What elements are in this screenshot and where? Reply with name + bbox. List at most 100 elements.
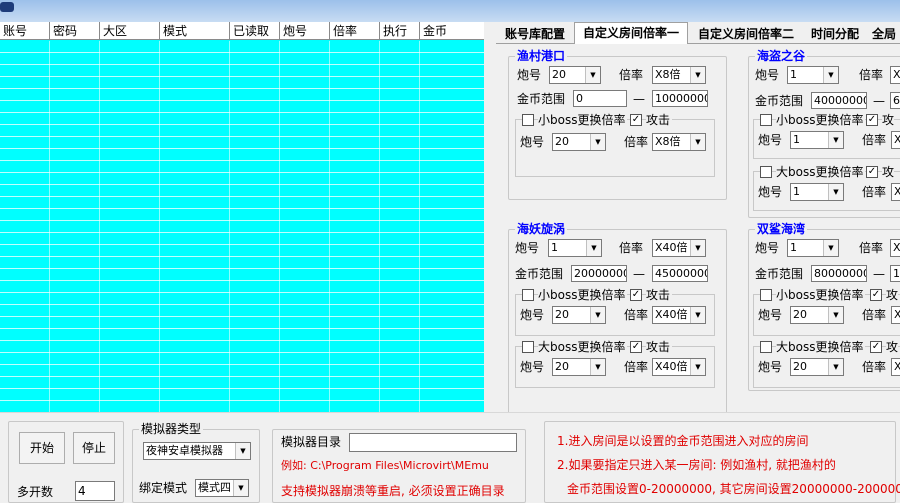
small-boss-group: 小boss更换倍率 ✓ 攻 炮号 1▼ 倍率 X (753, 112, 900, 159)
coin-max-input[interactable]: 450000000 (652, 265, 708, 282)
cannon-label: 炮号 (758, 360, 783, 374)
chevron-down-icon: ▼ (828, 184, 843, 200)
emulator-type-group: 模拟器类型 夜神安卓模拟器 ▼ 绑定模式 模式四 ▼ (132, 422, 260, 503)
small-boss-group: 小boss更换倍率 ✓ 攻击 炮号 20 ▼ 倍率 X8倍 ▼ (515, 112, 715, 177)
cannon-select[interactable]: 20 ▼ (549, 66, 601, 84)
col-region[interactable]: 大区 (100, 22, 160, 40)
attack-checkbox[interactable]: ✓ (630, 341, 642, 353)
attack-checkbox[interactable]: ✓ (870, 341, 882, 353)
tab-custom-rate-1[interactable]: 自定义房间倍率一 (574, 22, 688, 45)
note-line-2: 2.如果要指定只进入某一房间: 例如渔村, 就把渔村的 (557, 458, 836, 472)
emulator-dir-input[interactable] (349, 433, 517, 452)
chevron-down-icon: ▼ (823, 67, 838, 83)
small-boss-cannon-select[interactable]: 20 ▼ (552, 133, 606, 151)
cannon-label: 炮号 (520, 135, 545, 149)
tab-account-library[interactable]: 账号库配置 (496, 24, 574, 44)
rate-label: 倍率 (619, 68, 644, 82)
cannon-select[interactable]: 1 ▼ (548, 239, 602, 257)
tab-strip: 账号库配置 自定义房间倍率一 自定义房间倍率二 时间分配 全局 (496, 22, 900, 45)
big-boss-rate-select[interactable]: X (891, 183, 900, 201)
attack-checkbox[interactable]: ✓ (866, 166, 878, 178)
big-boss-cannon-select[interactable]: 1 ▼ (790, 183, 844, 201)
big-boss-group: 大boss更换倍率 ✓ 攻击 炮号 20 ▼ 倍率 X40倍 ▼ (515, 339, 715, 388)
coin-max-input[interactable]: 10000000 (652, 90, 708, 107)
small-boss-rate-select[interactable]: X40倍 ▼ (652, 306, 706, 324)
col-cannon[interactable]: 炮号 (280, 22, 330, 40)
col-rate[interactable]: 倍率 (330, 22, 380, 40)
big-boss-checkbox[interactable] (522, 341, 534, 353)
small-boss-label: 小boss更换倍率 (538, 287, 628, 303)
coin-min-input[interactable]: 200000000 (571, 265, 627, 282)
attack-label: 攻击 (646, 287, 673, 303)
rate-select[interactable]: X (890, 239, 900, 257)
cannon-select[interactable]: 1 ▼ (787, 239, 839, 257)
rate-select[interactable]: X40倍 ▼ (652, 239, 706, 257)
room-title: 双鲨海湾 (755, 222, 808, 236)
start-button[interactable]: 开始 (19, 432, 65, 464)
account-grid[interactable]: 账号 密码 大区 模式 已读取 炮号 倍率 执行 金币 (0, 22, 484, 412)
big-boss-checkbox[interactable] (760, 166, 772, 178)
rate-label: 倍率 (619, 241, 644, 255)
rate-select[interactable]: X (890, 66, 900, 84)
col-account[interactable]: 账号 (0, 22, 50, 40)
coin-max-input[interactable]: 6 (890, 92, 900, 109)
rate-select[interactable]: X8倍 ▼ (652, 66, 706, 84)
big-boss-rate-select[interactable]: X40倍 ▼ (652, 358, 706, 376)
tab-time-allocation[interactable]: 时间分配 (804, 24, 866, 44)
tab-custom-rate-2[interactable]: 自定义房间倍率二 (690, 24, 802, 44)
cannon-select[interactable]: 1 ▼ (787, 66, 839, 84)
range-dash: — (873, 267, 885, 281)
col-loaded[interactable]: 已读取 (230, 22, 280, 40)
emulator-dir-group: 模拟器目录 例如: C:\Program Files\Microvirt\MEm… (272, 429, 526, 503)
small-boss-checkbox[interactable] (522, 114, 534, 126)
attack-checkbox[interactable]: ✓ (870, 289, 882, 301)
room-group-haidao: 海盗之谷 炮号 1 ▼ 倍率 X 金币范围 40000000 — 6 小boss更… (748, 49, 900, 218)
small-boss-cannon-select[interactable]: 20 ▼ (790, 306, 844, 324)
emulator-dir-label: 模拟器目录 (281, 435, 342, 449)
range-dash: — (633, 267, 645, 281)
room-title: 海妖旋涡 (515, 222, 568, 236)
grid-header: 账号 密码 大区 模式 已读取 炮号 倍率 执行 金币 (0, 22, 484, 40)
attack-checkbox[interactable]: ✓ (866, 114, 878, 126)
small-boss-checkbox[interactable] (760, 289, 772, 301)
coin-min-input[interactable]: 0 (573, 90, 627, 107)
stop-button[interactable]: 停止 (73, 432, 115, 464)
big-boss-checkbox[interactable] (760, 341, 772, 353)
small-boss-rate-select[interactable]: X8倍 ▼ (652, 133, 706, 151)
small-boss-rate-select[interactable]: X (891, 306, 900, 324)
col-password[interactable]: 密码 (50, 22, 100, 40)
coin-min-input[interactable]: 800000000 (811, 265, 867, 282)
small-boss-rate-select[interactable]: X (891, 131, 900, 149)
chevron-down-icon: ▼ (235, 443, 250, 459)
big-boss-rate-select[interactable]: X (891, 358, 900, 376)
chevron-down-icon: ▼ (233, 480, 248, 496)
tab-global[interactable]: 全局 (868, 24, 900, 44)
chevron-down-icon: ▼ (690, 359, 705, 375)
small-boss-cannon-select[interactable]: 20 ▼ (552, 306, 606, 324)
coin-max-input[interactable]: 1 (890, 265, 900, 282)
attack-checkbox[interactable]: ✓ (630, 289, 642, 301)
coin-min-input[interactable]: 40000000 (811, 92, 867, 109)
big-boss-cannon-select[interactable]: 20 ▼ (790, 358, 844, 376)
small-boss-cannon-select[interactable]: 1 ▼ (790, 131, 844, 149)
bind-mode-select[interactable]: 模式四 ▼ (195, 479, 249, 497)
col-mode[interactable]: 模式 (160, 22, 230, 40)
rate-label: 倍率 (862, 133, 887, 147)
big-boss-group: 大boss更换倍率 ✓ 攻 炮号 1▼ 倍率 X (753, 164, 900, 211)
col-coins[interactable]: 金币 (420, 22, 484, 40)
attack-checkbox[interactable]: ✓ (630, 114, 642, 126)
coin-range-label: 金币范围 (755, 267, 804, 281)
small-boss-label: 小boss更换倍率 (538, 112, 628, 128)
small-boss-label: 小boss更换倍率 (776, 112, 866, 128)
small-boss-checkbox[interactable] (760, 114, 772, 126)
room-group-haiyao: 海妖旋涡 炮号 1▼ 倍率 X40倍▼ 金币范围 200000000 — 450… (508, 222, 727, 421)
big-boss-cannon-select[interactable]: 20 ▼ (552, 358, 606, 376)
small-boss-checkbox[interactable] (522, 289, 534, 301)
coin-range-label: 金币范围 (515, 267, 564, 281)
notes-group: 1.进入房间是以设置的金币范围进入对应的房间 2.如果要指定只进入某一房间: 例… (544, 421, 900, 503)
col-execute[interactable]: 执行 (380, 22, 420, 40)
multi-count-label: 多开数 (17, 485, 54, 499)
multi-count-input[interactable]: 4 (75, 481, 115, 501)
emulator-type-select[interactable]: 夜神安卓模拟器 ▼ (143, 442, 251, 460)
attack-label: 攻 (882, 112, 895, 128)
